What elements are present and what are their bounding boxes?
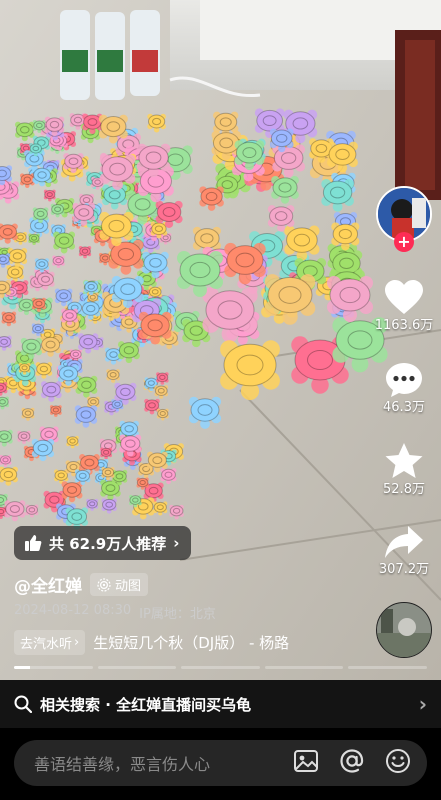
like-button[interactable]: 1163.6万: [369, 280, 439, 334]
share-button[interactable]: 307.2万: [369, 524, 439, 578]
image-icon: [294, 750, 318, 772]
recommend-pill[interactable]: 共 62.9万人推荐 ›: [14, 526, 192, 560]
share-count: 307.2万: [378, 562, 430, 577]
live-photo-icon: [97, 577, 111, 592]
star-icon: [385, 443, 423, 478]
progress-segment: [264, 666, 344, 669]
comment-count: 46.3万: [383, 400, 425, 415]
badge-label: 动图: [115, 579, 142, 594]
music-disc[interactable]: [376, 602, 432, 658]
progress-segment: [348, 666, 427, 669]
like-count: 1163.6万: [374, 318, 434, 333]
mention-button[interactable]: [339, 748, 365, 778]
emoji-button[interactable]: [385, 748, 411, 778]
comment-bubble-icon: [386, 363, 422, 397]
progress-segment: [181, 666, 260, 669]
progress-segment: [97, 666, 177, 669]
at-sign-icon: [340, 749, 364, 773]
heart-icon: [385, 280, 423, 314]
comment-input[interactable]: 善语结善缘，恶言伤人心: [14, 740, 427, 786]
comment-button[interactable]: 46.3万: [369, 362, 439, 416]
comment-placeholder: 善语结善缘，恶言伤人心: [34, 755, 211, 774]
music-title: 生短短几个秋（DJ版） - 杨路: [93, 634, 290, 652]
post-datetime: 2024-08-12 08:30: [14, 603, 132, 618]
video-progress[interactable]: [14, 666, 427, 669]
chevron-right-icon: ›: [173, 534, 180, 552]
comment-bar: 善语结善缘，恶言伤人心: [0, 728, 441, 800]
music-row[interactable]: 去汽水听 › 生短短几个秋（DJ版） - 杨路: [14, 630, 289, 655]
follow-button[interactable]: +: [394, 232, 414, 252]
recommend-label: 共 62.9万人推荐: [49, 534, 167, 553]
author-avatar-group[interactable]: +: [376, 186, 432, 252]
search-icon: [14, 695, 32, 713]
music-chip-label: 去汽水听: [20, 637, 73, 652]
chevron-right-icon: ›: [418, 692, 427, 716]
author-name[interactable]: @全红婵: [14, 572, 82, 597]
favorite-button[interactable]: 52.8万: [369, 442, 439, 498]
author-row: @全红婵 动图: [14, 572, 149, 597]
chevron-right-icon: ›: [74, 635, 80, 650]
share-arrow-icon: [385, 526, 423, 558]
ip-location: IP属地：北京: [139, 607, 216, 622]
soda-music-chip[interactable]: 去汽水听 ›: [14, 630, 86, 655]
post-meta: 2024-08-12 08:30 IP属地：北京: [14, 603, 216, 622]
progress-segment: [14, 666, 93, 669]
music-cover-image: [377, 603, 431, 657]
favorite-count: 52.8万: [383, 482, 425, 497]
emoji-icon: [386, 749, 410, 773]
related-search-label: 相关搜索 · 全红婵直播间买乌龟: [40, 695, 252, 714]
image-button[interactable]: [293, 749, 319, 777]
related-search-bar[interactable]: 相关搜索 · 全红婵直播间买乌龟 ›: [0, 680, 441, 728]
live-photo-badge[interactable]: 动图: [90, 573, 149, 596]
thumbs-up-icon: [25, 535, 42, 551]
